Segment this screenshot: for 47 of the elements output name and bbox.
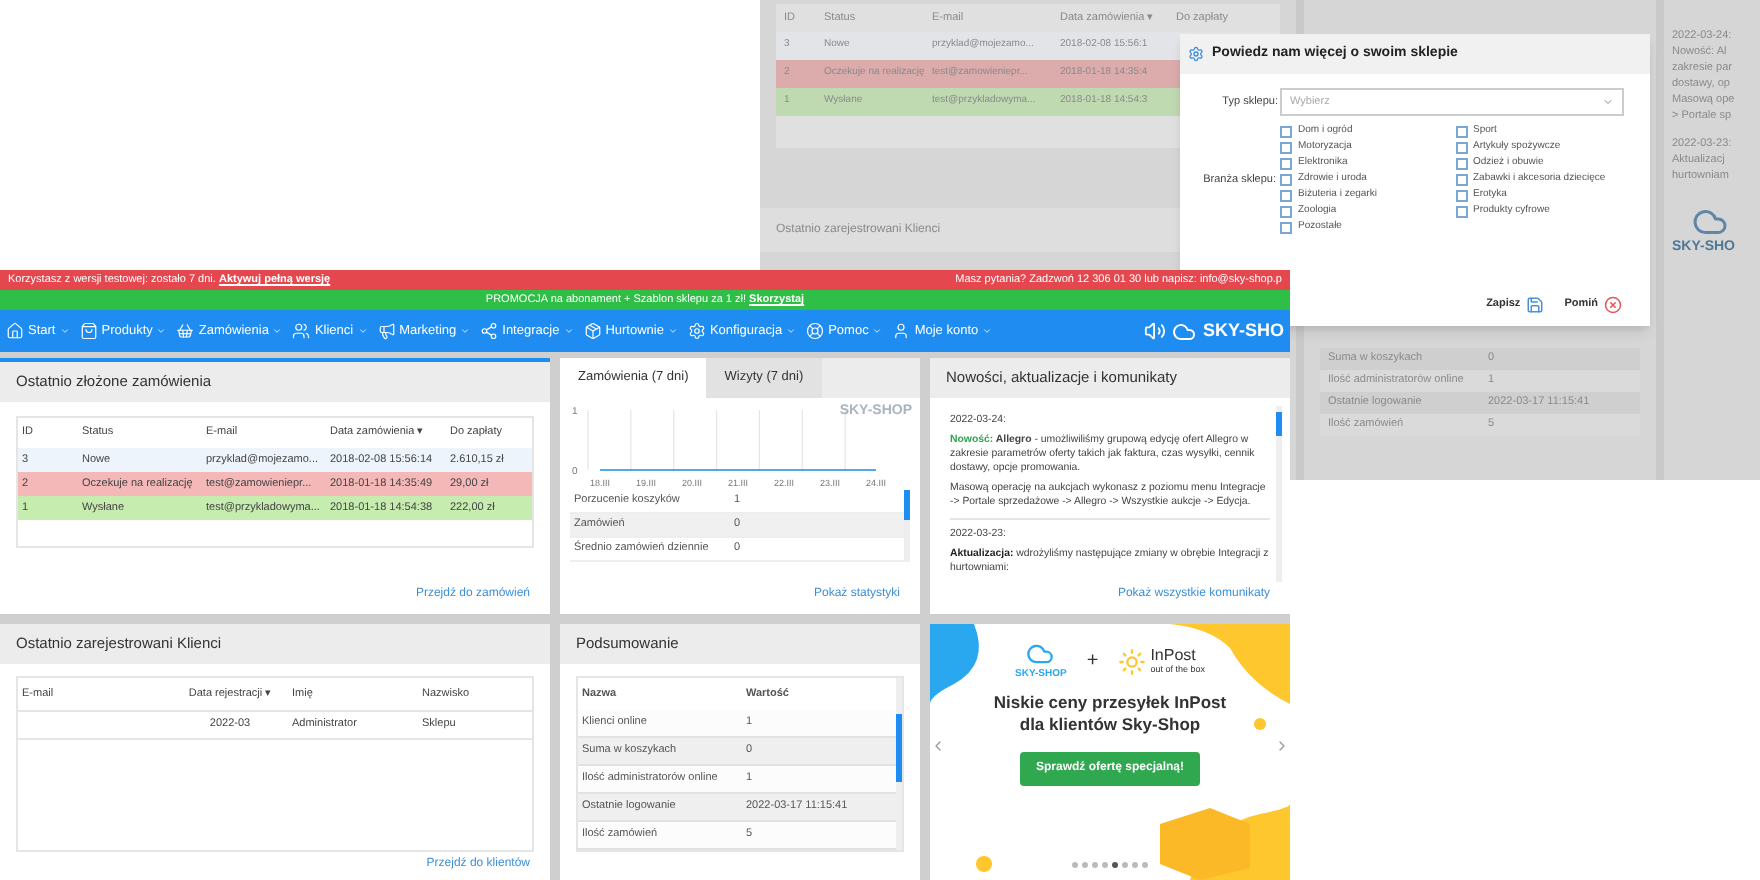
checkbox[interactable] — [1280, 174, 1292, 186]
caret-icon — [272, 326, 283, 336]
checkbox[interactable] — [1280, 142, 1292, 154]
checkbox[interactable] — [1455, 142, 1467, 154]
megaphone-icon — [377, 322, 396, 340]
cloud-logo-icon — [1688, 204, 1732, 240]
gear-icon — [1188, 46, 1204, 62]
bag-icon — [79, 322, 98, 340]
caret-icon — [786, 326, 797, 336]
home-icon — [6, 322, 24, 340]
checkbox[interactable] — [1455, 158, 1467, 170]
checkbox[interactable] — [1280, 158, 1292, 170]
checkbox[interactable] — [1280, 126, 1292, 138]
user-icon — [892, 322, 911, 340]
checkbox[interactable] — [1280, 222, 1292, 234]
caret-icon — [460, 326, 471, 336]
save-icon — [1526, 296, 1545, 314]
caret-icon — [156, 326, 167, 336]
checkbox[interactable] — [1455, 190, 1467, 202]
close-icon — [1604, 296, 1622, 314]
cloud-logo-icon — [1172, 319, 1197, 343]
caret-icon — [357, 326, 368, 336]
logo-text: SKY-SHO — [1202, 317, 1284, 344]
caret-icon — [1602, 96, 1614, 108]
sun-icon — [1118, 647, 1147, 676]
checkbox[interactable] — [1455, 126, 1467, 138]
share-icon — [480, 322, 499, 340]
box-icon — [583, 322, 602, 340]
checkbox[interactable] — [1455, 174, 1467, 186]
settings-icon — [687, 322, 706, 340]
ad-headline: Niskie ceny przesyłek InPost — [993, 691, 1227, 713]
caret-icon — [667, 326, 678, 336]
cloud-logo-icon — [1024, 640, 1057, 668]
lifebuoy-icon — [806, 322, 825, 340]
ad-headline: dla klientów Sky-Shop — [1019, 713, 1201, 735]
sound-icon[interactable] — [1144, 320, 1167, 342]
users-icon — [292, 322, 311, 340]
plus-sign: + — [1086, 648, 1099, 677]
checkbox[interactable] — [1280, 190, 1292, 202]
caret-icon — [872, 326, 883, 336]
caret-icon — [982, 326, 993, 336]
checkbox[interactable] — [1280, 206, 1292, 218]
caret-icon — [59, 326, 70, 336]
basket-icon — [176, 322, 195, 340]
logo-text: InPost — [1150, 647, 1198, 662]
caret-icon — [563, 326, 574, 336]
checkbox[interactable] — [1455, 206, 1467, 218]
